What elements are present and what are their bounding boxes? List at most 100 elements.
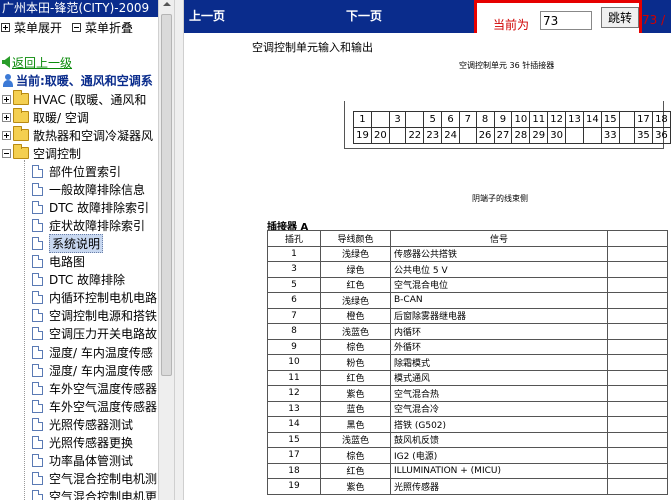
wire-color-cell: 红色 [320,276,391,293]
document-title: 空调控制单元输入和输出 [252,41,373,54]
back-arrow-icon [2,56,10,68]
tree-item[interactable]: 光照传感器更换 [32,434,133,452]
pin-number-cell: 8 [267,323,321,340]
connector-pin: 19 [353,127,372,144]
expand-plus-icon[interactable] [2,94,11,104]
connector-pin: 13 [565,111,584,128]
tree-scrollbar[interactable] [158,0,174,500]
tree-folder-heating[interactable]: 取暖/ 空调 [0,108,89,126]
scrollbar-thumb[interactable] [161,14,172,376]
wire-color-cell: 浅绿色 [320,292,391,309]
signal-cell: B-CAN [390,292,608,309]
folder-label: 空调控制 [33,146,82,161]
wire-color-cell: 蓝色 [320,400,391,417]
tree-item[interactable]: 部件位置索引 [32,162,121,180]
pin-number-cell: 10 [267,354,321,371]
expand-plus-icon[interactable] [2,112,11,122]
pin-number-cell: 13 [267,400,321,417]
extra-cell [607,478,668,495]
tree-folder-ac-control[interactable]: 空调控制 [0,144,81,162]
tree-item[interactable]: DTC 故障排除 [32,271,125,289]
extra-cell [607,462,668,479]
tree-item-label: 空调压力开关电路故 [49,327,158,342]
document-icon [32,164,43,178]
folder-label: 散热器和空调冷凝器风 [33,128,154,143]
document-icon [32,309,43,323]
tree-folder-hvac[interactable]: HVAC (取暖、通风和 [0,90,146,108]
document-icon [32,381,43,395]
pin-number-cell: 7 [267,307,321,324]
tree-item-label: 空气混合控制电机更 [49,490,158,500]
vehicle-title: 广州本田-锋范(CITY)-2009 [0,0,158,17]
document-icon [32,218,43,232]
wire-color-cell: 红色 [320,462,391,479]
tree-item[interactable]: 光照传感器测试 [32,415,133,433]
tree-item[interactable]: 内循环控制电机电路 [32,289,157,307]
table-row: 9 棕色 外循环 [267,338,668,355]
connector-pin: 35 [633,127,653,144]
tree-item[interactable]: 湿度/ 车内温度传感 [32,361,153,379]
connector-pin: 14 [582,111,602,128]
table-row: 6 浅绿色 B-CAN [267,292,668,309]
tree-item-label: 光照传感器测试 [49,417,134,432]
expand-plus-icon[interactable] [2,130,11,140]
extra-cell [607,245,668,262]
table-row: 5 红色 空气混合电位 [267,276,668,293]
tree-item[interactable]: 症状故障排除索引 [32,216,145,234]
collapse-icon [72,22,82,32]
signal-cell: 空气混合热 [390,385,608,402]
table-row: 17 棕色 IG2 (电源) [267,447,668,464]
document-icon [32,490,43,500]
tree-item[interactable]: 电路图 [32,253,85,271]
pin-table: 插孔 导线颜色 信号 1 浅绿色 传感器公共搭铁 3 绿色 公共电位 5 V 5 红色 空气混合… [267,230,668,495]
pin-number-cell: 3 [267,261,321,278]
prev-page-link[interactable]: 上一页 [189,7,225,24]
table-row: 1 浅绿色 传感器公共搭铁 [267,245,668,262]
tree-item[interactable]: DTC 故障排除索引 [32,198,149,216]
folder-label: HVAC (取暖、通风和 [33,92,147,107]
tree-item[interactable]: 功率晶体管测试 [32,452,133,470]
connector-pin: 26 [475,127,495,144]
tree-item[interactable]: 系统说明 [32,233,104,253]
document-icon [32,436,43,449]
pin-number-cell: 17 [267,447,321,464]
jump-button[interactable]: 跳转 [601,7,639,28]
connector-pin: 18 [651,111,671,128]
document-icon [32,200,43,214]
collapse-minus-icon[interactable] [2,148,11,158]
panel-splitter[interactable] [174,0,184,500]
connector-pin: 36 [651,127,671,144]
next-page-link[interactable]: 下一页 [346,7,382,24]
pin-number-cell: 1 [267,245,321,262]
wire-color-cell: 棕色 [320,338,391,355]
tree-item[interactable]: 空调控制电源和搭铁 [32,307,157,325]
pin-number-cell: 15 [267,431,321,448]
connector-pin: 3 [388,111,407,128]
tree-item[interactable]: 车外空气温度传感器 [32,379,157,397]
tree-item[interactable]: 一般故障排除信息 [32,180,145,198]
document-icon [32,255,43,268]
tree-item[interactable]: 空气混合控制电机更 [32,488,157,500]
back-row: 返回上一级 [0,54,72,70]
page-total: 73 / [642,13,666,27]
expand-all-button[interactable]: 菜单展开 [1,19,62,36]
scroll-up-icon[interactable] [163,2,171,6]
header-signal: 信号 [390,230,608,247]
connector-pin: 1 [353,111,372,128]
user-icon [2,73,14,87]
tree-item[interactable]: 湿度/ 车内温度传感 [32,343,153,361]
tree-folder-radiator[interactable]: 散热器和空调冷凝器风 [0,126,153,144]
signal-cell: ILLUMINATION + (MICU) [390,462,608,479]
tree-item[interactable]: 空调压力开关电路故 [32,325,157,343]
pin-number-cell: 5 [267,276,321,293]
tree-item[interactable]: 空气混合控制电机测 [32,470,157,488]
table-row: 19 紫色 光照传感器 [267,478,668,495]
pin-number-cell: 9 [267,338,321,355]
back-link[interactable]: 返回上一级 [12,54,72,71]
signal-cell: IG2 (电源) [390,447,608,464]
tree-item-label: 功率晶体管测试 [49,454,134,469]
page-number-input[interactable] [540,11,592,30]
collapse-all-button[interactable]: 菜单折叠 [72,19,133,36]
table-row: 8 浅蓝色 内循环 [267,323,668,340]
tree-item[interactable]: 车外空气温度传感器 [32,397,157,415]
